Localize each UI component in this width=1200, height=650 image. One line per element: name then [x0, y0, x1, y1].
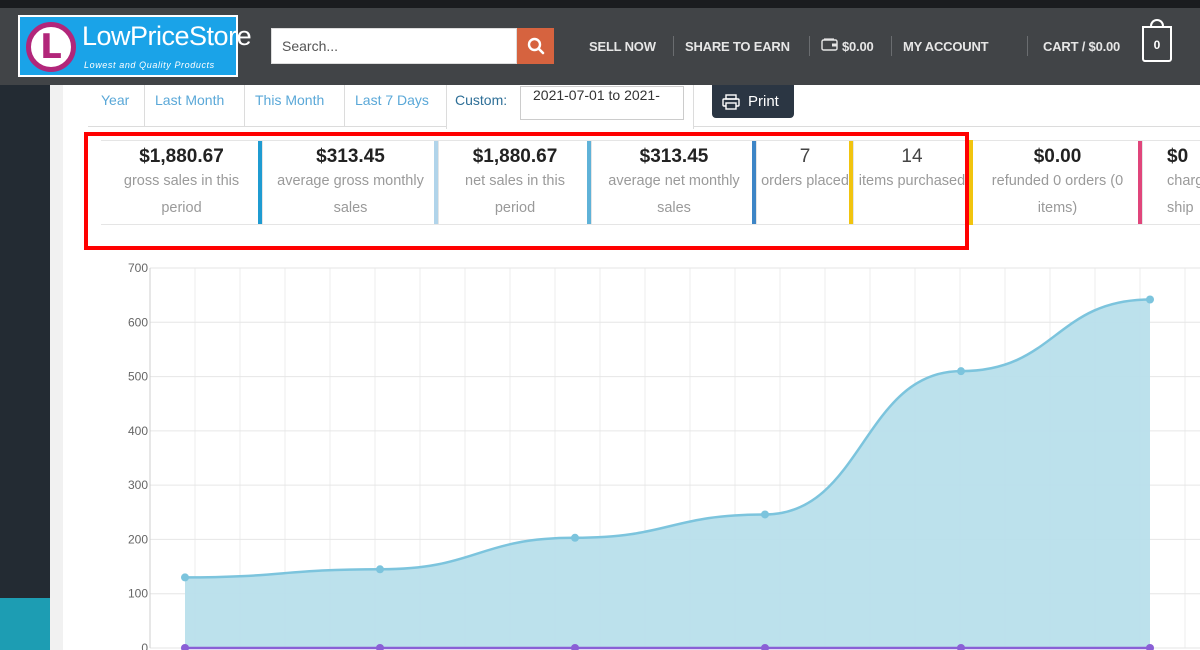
sales-area-chart: 0 100 200 300 400 500 600 700 [128, 261, 1200, 650]
stat-avg-net-monthly: $313.45 average net monthly sales [592, 140, 757, 225]
stat-value: 7 [799, 146, 811, 167]
stat-label: gross sales in this period [123, 173, 240, 216]
stat-label: net sales in this period [465, 173, 565, 216]
logo-name: LowPriceStore [82, 21, 252, 51]
data-point [181, 573, 189, 582]
stat-color-bar [587, 141, 591, 224]
store-logo[interactable]: L LowPriceStore Lowest and Quality Produ… [18, 15, 252, 77]
print-label: Print [748, 93, 779, 110]
stat-value: $0.00 [1033, 146, 1082, 167]
stat-label: average net monthly sales [608, 173, 740, 216]
search-input[interactable] [271, 28, 517, 64]
data-point [761, 510, 769, 519]
stat-shipping-charged: $0 charg ship [1143, 140, 1200, 225]
date-range-input[interactable]: 2021-07-01 to 2021- [520, 86, 684, 120]
stat-avg-gross-monthly: $313.45 average gross monthly sales [263, 140, 439, 225]
stat-color-bar [1138, 141, 1142, 224]
data-point [376, 565, 384, 574]
data-point [957, 367, 965, 376]
nav-divider [673, 36, 674, 56]
tab-this-month[interactable]: This Month [255, 85, 324, 127]
y-tick-label: 100 [128, 587, 148, 601]
tab-divider [344, 85, 345, 127]
browser-top-strip [0, 0, 1200, 8]
y-tick-label: 600 [128, 315, 148, 329]
stat-value: $1,880.67 [472, 146, 558, 167]
stat-value: $313.45 [639, 146, 709, 167]
stat-orders-placed: 7 orders placed [757, 140, 854, 225]
custom-range-label: Custom: [455, 92, 508, 108]
stat-value: $1,880.67 [139, 146, 224, 167]
stat-net-sales: $1,880.67 net sales in this period [439, 140, 592, 225]
stat-label: items purchased [858, 173, 966, 189]
sidebar-active-item[interactable] [0, 598, 50, 650]
printer-icon [722, 93, 740, 110]
wallet-icon [821, 38, 838, 51]
stat-label: charg ship [1167, 173, 1200, 216]
stat-color-bar [258, 141, 262, 224]
stat-value: 14 [901, 146, 923, 167]
search-icon [527, 37, 544, 55]
tab-year[interactable]: Year [101, 85, 129, 127]
nav-my-account[interactable]: MY ACCOUNT [903, 39, 989, 54]
nav-divider [891, 36, 892, 56]
data-point [1146, 295, 1154, 304]
stat-refunded: $0.00 refunded 0 orders (0 items) [973, 140, 1143, 225]
stat-value: $313.45 [316, 146, 385, 167]
y-tick-label: 300 [128, 478, 148, 492]
stat-gross-sales: $1,880.67 gross sales in this period [101, 140, 263, 225]
tab-divider [144, 85, 145, 127]
tab-divider [244, 85, 245, 127]
nav-sell-now[interactable]: SELL NOW [589, 39, 656, 54]
y-tick-label: 400 [128, 424, 148, 438]
admin-sidebar [0, 85, 50, 650]
tab-last-7-days[interactable]: Last 7 Days [355, 85, 429, 127]
y-tick-label: 200 [128, 532, 148, 546]
search-button[interactable] [517, 28, 554, 64]
stat-value: $0 [1167, 146, 1189, 167]
stat-label: refunded 0 orders (0 items) [991, 173, 1124, 216]
data-point [571, 533, 579, 542]
stat-items-purchased: 14 items purchased [854, 140, 971, 225]
print-button[interactable]: Print [712, 85, 794, 118]
stat-label: average gross monthly sales [277, 173, 424, 216]
stat-color-bar [849, 141, 853, 224]
y-tick-label: 0 [141, 641, 148, 650]
nav-divider [1027, 36, 1028, 56]
tab-last-month[interactable]: Last Month [155, 85, 224, 127]
stat-color-bar [752, 141, 756, 224]
logo-l-icon: L [26, 22, 76, 72]
y-tick-label: 500 [128, 370, 148, 384]
stat-color-bar [434, 141, 438, 224]
cart-bag-icon[interactable]: 0 [1142, 26, 1172, 62]
logo-tagline: Lowest and Quality Products [84, 60, 215, 70]
nav-cart[interactable]: CART / $0.00 [1043, 39, 1120, 54]
y-tick-label: 700 [128, 261, 148, 275]
nav-divider [809, 36, 810, 56]
stat-label: orders placed [761, 173, 849, 189]
nav-wallet-balance[interactable]: $0.00 [842, 39, 874, 54]
nav-share-to-earn[interactable]: SHARE TO EARN [685, 39, 790, 54]
